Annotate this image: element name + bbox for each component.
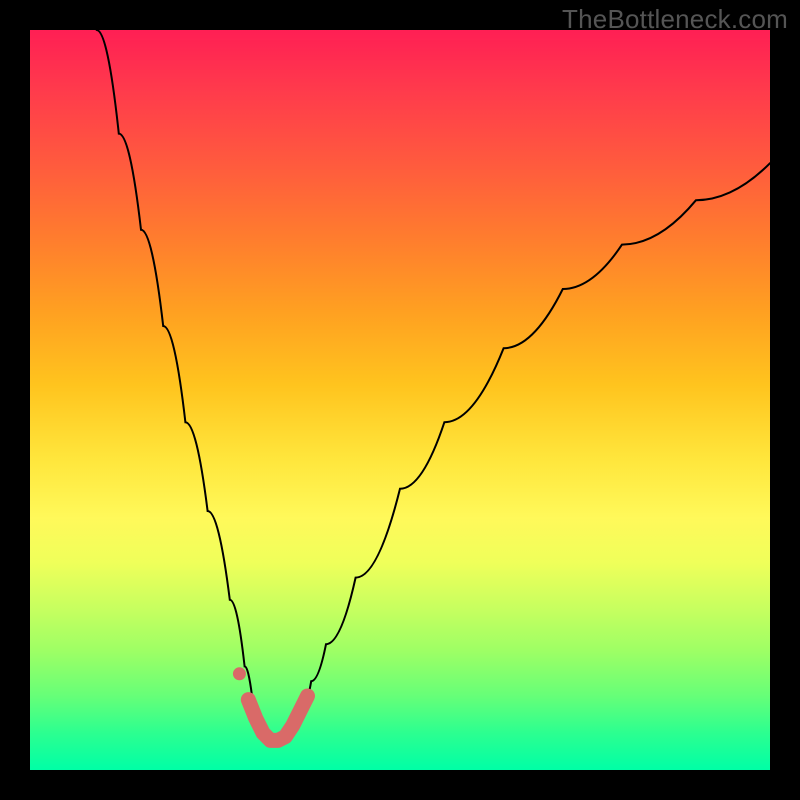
highlight-stroke xyxy=(248,696,307,740)
chart-frame: TheBottleneck.com xyxy=(0,0,800,800)
highlight-points xyxy=(248,696,307,740)
plot-area xyxy=(30,30,770,770)
bottleneck-curve xyxy=(97,30,770,744)
curve-layer xyxy=(30,30,770,770)
watermark-label: TheBottleneck.com xyxy=(562,4,788,35)
highlight-lead-dot xyxy=(233,667,246,680)
